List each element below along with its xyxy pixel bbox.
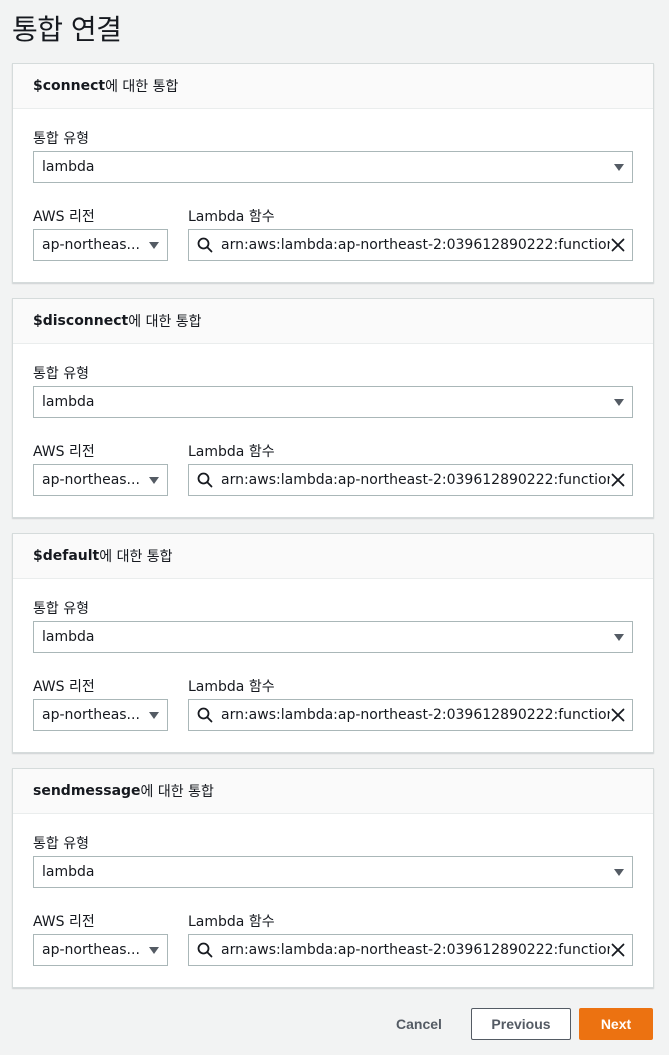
lambda-function-field: [188, 229, 633, 261]
route-name: $disconnect: [33, 313, 129, 329]
search-icon: [197, 942, 213, 958]
caret-down-icon: [614, 868, 624, 876]
lambda-function-label: Lambda 함수: [188, 914, 275, 930]
aws-region-value: ap-northeas...: [42, 237, 140, 253]
lambda-function-input[interactable]: [221, 942, 610, 958]
aws-region-select[interactable]: ap-northeas...: [33, 229, 168, 261]
header-suffix: 에 대한 통합: [128, 314, 202, 330]
next-button[interactable]: Next: [579, 1008, 653, 1040]
panel-header: $connect 에 대한 통합: [13, 64, 653, 109]
search-icon: [197, 472, 213, 488]
aws-region-label: AWS 리전: [33, 444, 95, 460]
caret-down-icon: [149, 476, 159, 484]
aws-region-value: ap-northeas...: [42, 707, 140, 723]
integration-panel-disconnect: $disconnect 에 대한 통합 통합 유형 lambda AWS 리전 a…: [12, 298, 654, 518]
route-name: $default: [33, 548, 100, 564]
aws-region-select[interactable]: ap-northeas...: [33, 934, 168, 966]
aws-region-value: ap-northeas...: [42, 942, 140, 958]
aws-region-label: AWS 리전: [33, 209, 95, 225]
integration-type-label: 통합 유형: [33, 366, 89, 382]
caret-down-icon: [614, 163, 624, 171]
lambda-function-label: Lambda 함수: [188, 679, 275, 695]
caret-down-icon: [149, 946, 159, 954]
route-name: sendmessage: [33, 783, 141, 799]
panel-header: $default 에 대한 통합: [13, 534, 653, 579]
previous-button[interactable]: Previous: [471, 1008, 571, 1040]
caret-down-icon: [614, 633, 624, 641]
search-icon: [197, 707, 213, 723]
integration-type-value: lambda: [42, 629, 95, 645]
aws-region-label: AWS 리전: [33, 914, 95, 930]
lambda-function-field: [188, 464, 633, 496]
route-name: $connect: [33, 78, 106, 94]
lambda-function-input[interactable]: [221, 237, 610, 253]
panel-header: $disconnect 에 대한 통합: [13, 299, 653, 344]
lambda-function-field: [188, 934, 633, 966]
aws-region-label: AWS 리전: [33, 679, 95, 695]
integration-type-select[interactable]: lambda: [33, 856, 633, 888]
close-icon[interactable]: [610, 942, 626, 958]
page-title: 통합 연결: [12, 13, 122, 46]
lambda-function-input[interactable]: [221, 707, 610, 723]
integration-panel-default: $default 에 대한 통합 통합 유형 lambda AWS 리전 ap-n…: [12, 533, 654, 753]
aws-region-select[interactable]: ap-northeas...: [33, 699, 168, 731]
integration-type-select[interactable]: lambda: [33, 151, 633, 183]
header-suffix: 에 대한 통합: [105, 79, 179, 95]
integration-type-value: lambda: [42, 159, 95, 175]
header-suffix: 에 대한 통합: [99, 549, 173, 565]
integration-type-value: lambda: [42, 864, 95, 880]
panel-header: sendmessage 에 대한 통합: [13, 769, 653, 814]
caret-down-icon: [149, 241, 159, 249]
integration-type-label: 통합 유형: [33, 131, 89, 147]
lambda-function-field: [188, 699, 633, 731]
integration-panel-connect: $connect 에 대한 통합 통합 유형 lambda AWS 리전 ap-n…: [12, 63, 654, 283]
header-suffix: 에 대한 통합: [140, 784, 214, 800]
close-icon[interactable]: [610, 707, 626, 723]
caret-down-icon: [149, 711, 159, 719]
search-icon: [197, 237, 213, 253]
integration-type-select[interactable]: lambda: [33, 386, 633, 418]
close-icon[interactable]: [610, 472, 626, 488]
aws-region-select[interactable]: ap-northeas...: [33, 464, 168, 496]
lambda-function-label: Lambda 함수: [188, 444, 275, 460]
lambda-function-input[interactable]: [221, 472, 610, 488]
integration-type-value: lambda: [42, 394, 95, 410]
lambda-function-label: Lambda 함수: [188, 209, 275, 225]
aws-region-value: ap-northeas...: [42, 472, 140, 488]
integration-panel-sendmessage: sendmessage 에 대한 통합 통합 유형 lambda AWS 리전 a…: [12, 768, 654, 988]
cancel-button[interactable]: Cancel: [382, 1008, 456, 1040]
integration-type-label: 통합 유형: [33, 601, 89, 617]
close-icon[interactable]: [610, 237, 626, 253]
integration-type-select[interactable]: lambda: [33, 621, 633, 653]
integration-type-label: 통합 유형: [33, 836, 89, 852]
caret-down-icon: [614, 398, 624, 406]
